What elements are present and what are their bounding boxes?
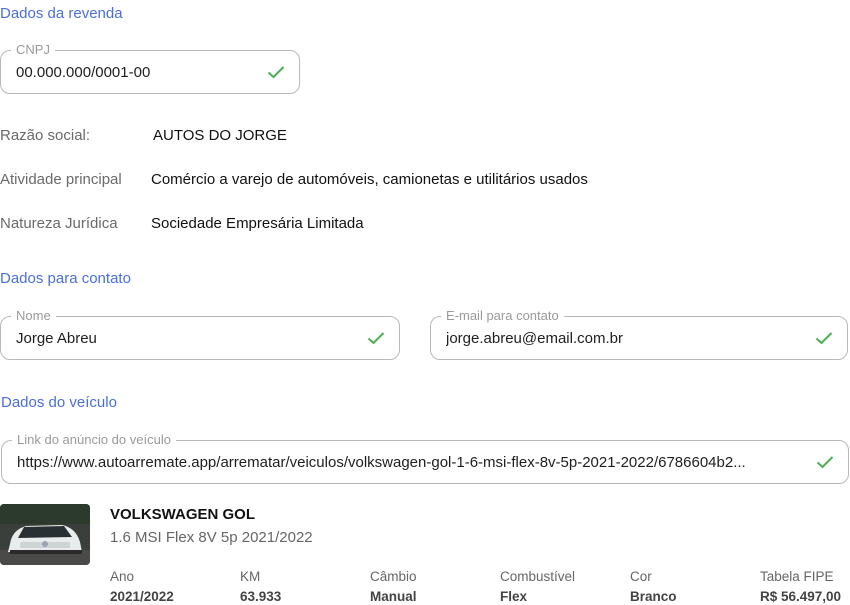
atividade-principal-value: Comércio a varejo de automóveis, camione… (151, 171, 588, 188)
name-value[interactable]: Jorge Abreu (16, 317, 97, 361)
razao-social-label: Razão social: (0, 127, 91, 144)
spec-label-cor: Cor (630, 569, 652, 584)
spec-label-fipe: Tabela FIPE (760, 569, 834, 584)
atividade-principal-label: Atividade principal (0, 171, 122, 188)
section-title-veiculo: Dados do veículo (1, 394, 117, 411)
spec-value-combustivel: Flex (500, 589, 528, 604)
vehicle-link-value[interactable]: https://www.autoarremate.app/arrematar/v… (17, 441, 802, 485)
email-value[interactable]: jorge.abreu@email.com.br (446, 317, 623, 361)
spec-value-ano: 2021/2022 (110, 589, 174, 604)
natureza-juridica-value: Sociedade Empresária Limitada (151, 215, 364, 232)
name-field[interactable]: Nome Jorge Abreu (0, 308, 400, 361)
section-title-contato: Dados para contato (0, 270, 131, 287)
vehicle-name: VOLKSWAGEN GOL (110, 506, 256, 523)
vehicle-link-field[interactable]: Link do anúncio do veículo https://www.a… (1, 432, 849, 485)
cnpj-value[interactable]: 00.000.000/0001-00 (16, 51, 150, 95)
check-icon (267, 66, 285, 79)
car-image (0, 504, 90, 565)
spec-label-combustivel: Combustível (500, 569, 576, 584)
spec-label-km: KM (240, 569, 261, 584)
razao-social-value: AUTOS DO JORGE (153, 127, 287, 144)
natureza-juridica-label: Natureza Jurídica (0, 215, 118, 232)
check-icon (816, 456, 834, 469)
spec-value-km: 63.933 (240, 589, 282, 604)
cnpj-field[interactable]: CNPJ 00.000.000/0001-00 (0, 42, 300, 95)
spec-label-cambio: Câmbio (370, 569, 417, 584)
section-title-revenda: Dados da revenda (0, 5, 123, 22)
check-icon (367, 332, 385, 345)
check-icon (815, 332, 833, 345)
spec-value-cambio: Manual (370, 589, 417, 604)
spec-value-fipe: R$ 56.497,00 (760, 589, 842, 604)
email-field[interactable]: E-mail para contato jorge.abreu@email.co… (430, 308, 848, 361)
spec-label-ano: Ano (110, 569, 135, 584)
vehicle-subtitle: 1.6 MSI Flex 8V 5p 2021/2022 (110, 529, 313, 546)
spec-value-cor: Branco (630, 589, 677, 604)
